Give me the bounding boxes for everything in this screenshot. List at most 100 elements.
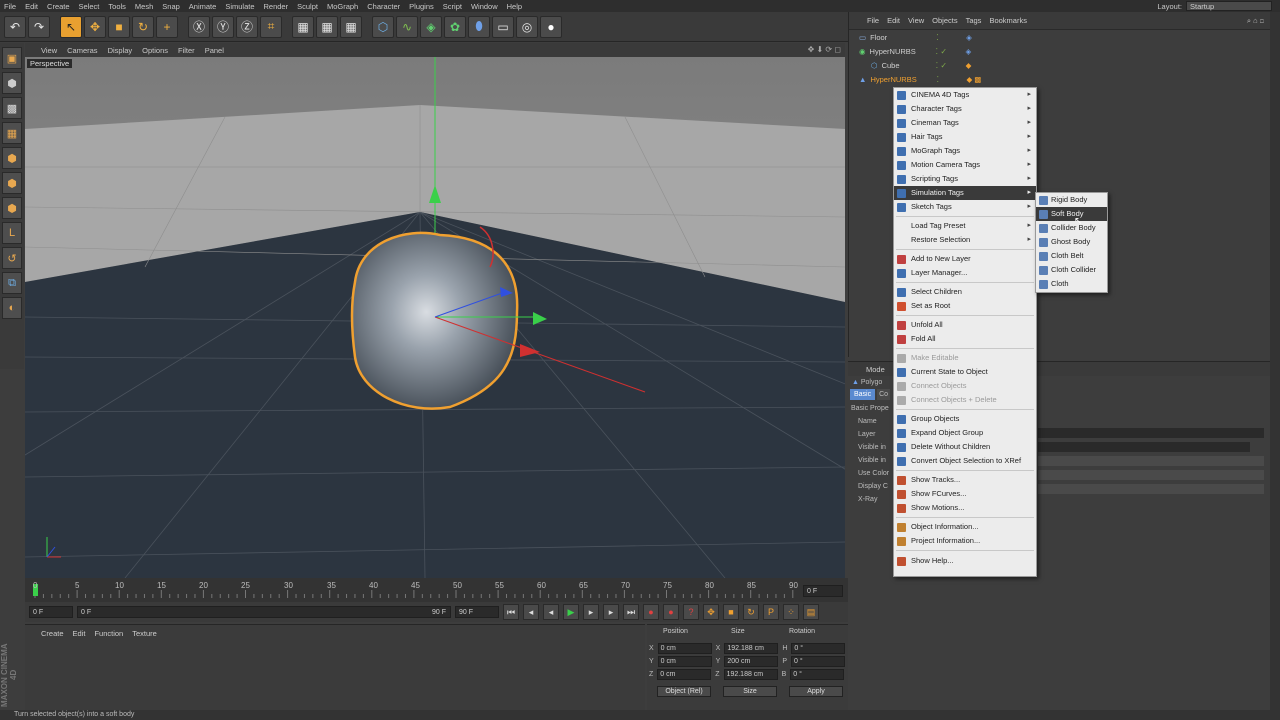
workplane-mode-icon[interactable]: ▦ (2, 122, 22, 144)
menu-mograph[interactable]: MoGraph (327, 2, 358, 11)
menu-snap[interactable]: Snap (162, 2, 180, 11)
render-picture-viewer-icon[interactable]: ▦ (316, 15, 338, 38)
render-view-icon[interactable]: ▦ (292, 15, 314, 38)
make-editable-icon[interactable]: ▣ (2, 47, 22, 69)
viewport-menu-options[interactable]: Options (142, 46, 168, 55)
material-menu-texture[interactable]: Texture (132, 629, 157, 638)
material-menu-function[interactable]: Function (94, 629, 123, 638)
size-x-field[interactable]: 192.188 cm (724, 643, 779, 654)
menu-window[interactable]: Window (471, 2, 498, 11)
object-row-selected[interactable]: ▲ HyperNURBS ⁚ ◆ ▩ (849, 72, 1270, 86)
live-select-icon[interactable]: ↖ (60, 15, 82, 38)
snap-icon[interactable]: ⧉ (2, 272, 22, 294)
layout-dropdown[interactable]: Startup (1186, 1, 1272, 11)
size-z-field[interactable]: 192.188 cm (723, 669, 778, 680)
texture-mode-icon[interactable]: ▩ (2, 97, 22, 119)
previous-key-icon[interactable]: ◂ (523, 604, 539, 620)
menu-item-convert-to-xref[interactable]: Convert Object Selection to XRef (894, 454, 1036, 468)
visibility-flags[interactable]: ⁚ ✓ (936, 47, 966, 56)
points-mode-icon[interactable]: ⬢ (2, 147, 22, 169)
menu-item-layer-manager[interactable]: Layer Manager... (894, 266, 1036, 280)
position-x-field[interactable]: 0 cm (657, 643, 712, 654)
rotation-b-field[interactable]: 0 ° (790, 669, 845, 680)
tab-basic[interactable]: Basic (850, 389, 876, 400)
attr-mode-menu[interactable]: Mode (866, 365, 885, 374)
objmgr-menu-file[interactable]: File (867, 16, 879, 25)
menu-item-unfold-all[interactable]: Unfold All (894, 318, 1036, 332)
current-frame-field[interactable]: 0 F (803, 585, 843, 597)
phong-tag-icon[interactable]: ◆ ▩ (966, 75, 981, 84)
menu-item-motion-camera-tags[interactable]: Motion Camera Tags ▸ (894, 158, 1036, 172)
objmgr-menu-bookmarks[interactable]: Bookmarks (989, 16, 1027, 25)
record-parameter-icon[interactable]: P (763, 604, 779, 620)
material-menu-edit[interactable]: Edit (73, 629, 86, 638)
move-icon[interactable]: ✥ (84, 15, 106, 38)
menu-item-simulation-tags[interactable]: Simulation Tags ▸ (894, 186, 1036, 200)
record-pla-icon[interactable]: ⁘ (783, 604, 799, 620)
objmgr-menu-edit[interactable]: Edit (887, 16, 900, 25)
axis-mode-icon[interactable]: L (2, 222, 22, 244)
menu-item-add-to-new-layer[interactable]: Add to New Layer (894, 252, 1036, 266)
objmgr-menu-tags[interactable]: Tags (966, 16, 982, 25)
rotation-p-field[interactable]: 0 ° (791, 656, 846, 667)
autokey-icon[interactable]: ● (663, 604, 679, 620)
rotate-icon[interactable]: ↻ (132, 15, 154, 38)
menu-item-hair-tags[interactable]: Hair Tags ▸ (894, 130, 1036, 144)
menu-sculpt[interactable]: Sculpt (297, 2, 318, 11)
menu-item-show-fcurves[interactable]: Show FCurves... (894, 487, 1036, 501)
keyframe-selection-icon[interactable]: ? (683, 604, 699, 620)
cube-icon[interactable]: ⬡ (372, 15, 394, 38)
visible-renderer-dropdown[interactable] (1038, 470, 1264, 480)
menu-select[interactable]: Select (79, 2, 100, 11)
submenu-item-collider-body[interactable]: Collider Body (1036, 221, 1107, 235)
edges-mode-icon[interactable]: ⬢ (2, 172, 22, 194)
z-axis-icon[interactable]: Ⓩ (236, 15, 258, 38)
model-mode-icon[interactable]: ⬢ (2, 72, 22, 94)
viewport-menu-view[interactable]: View (41, 46, 57, 55)
start-frame-field[interactable]: 0 F (29, 606, 73, 618)
y-axis-icon[interactable]: Ⓨ (212, 15, 234, 38)
submenu-item-cloth[interactable]: Cloth (1036, 277, 1107, 291)
viewport-menu-filter[interactable]: Filter (178, 46, 195, 55)
visibility-flags[interactable]: ⁚ ✓ (936, 61, 966, 70)
texture-tag-icon[interactable]: ◈ (966, 47, 972, 56)
menu-item-cineman-tags[interactable]: Cineman Tags ▸ (894, 116, 1036, 130)
position-z-field[interactable]: 0 cm (657, 669, 712, 680)
scale-icon[interactable]: ■ (108, 15, 130, 38)
size-y-field[interactable]: 200 cm (724, 656, 779, 667)
objmgr-menu-view[interactable]: View (908, 16, 924, 25)
visibility-flags[interactable]: ⁚ (936, 33, 966, 42)
record-rotation-icon[interactable]: ↻ (743, 604, 759, 620)
go-to-end-icon[interactable]: ⏭ (623, 604, 639, 620)
menu-item-select-children[interactable]: Select Children (894, 285, 1036, 299)
menu-simulate[interactable]: Simulate (225, 2, 254, 11)
name-field[interactable] (1038, 428, 1264, 438)
render-settings-icon[interactable]: ▦ (340, 15, 362, 38)
floor-icon[interactable]: ▭ (492, 15, 514, 38)
viewport-menu-display[interactable]: Display (108, 46, 133, 55)
visible-editor-dropdown[interactable] (1038, 456, 1264, 466)
phong-tag-icon[interactable]: ◆ (966, 61, 972, 70)
menu-edit[interactable]: Edit (25, 2, 38, 11)
right-side-tabs[interactable] (1270, 12, 1280, 710)
play-icon[interactable]: ▶ (563, 604, 579, 620)
submenu-item-cloth-belt[interactable]: Cloth Belt (1036, 249, 1107, 263)
objmgr-menu-objects[interactable]: Objects (932, 16, 957, 25)
tab-coord[interactable]: Co (877, 389, 891, 400)
menu-item-show-help[interactable]: Show Help... (894, 554, 1036, 568)
use-color-dropdown[interactable] (1038, 484, 1264, 494)
menu-item-show-tracks[interactable]: Show Tracks... (894, 473, 1036, 487)
redo-icon[interactable]: ↷ (28, 15, 50, 38)
timeline-settings-icon[interactable]: ▤ (803, 604, 819, 620)
camera-icon[interactable]: ◎ (516, 15, 538, 38)
menu-item-scripting-tags[interactable]: Scripting Tags ▸ (894, 172, 1036, 186)
layer-field[interactable] (1038, 442, 1250, 452)
menu-item-cinema4d-tags[interactable]: CINEMA 4D Tags ▸ (894, 88, 1036, 102)
menu-item-group-objects[interactable]: Group Objects (894, 412, 1036, 426)
apply-button[interactable]: Apply (789, 686, 843, 697)
timeline-ruler[interactable]: 0 5 10 15 20 25 30 35 40 45 50 55 60 65 … (25, 578, 848, 604)
end-frame-field[interactable]: 90 F (455, 606, 499, 618)
submenu-item-soft-body[interactable]: Soft Body (1036, 207, 1107, 221)
menu-character[interactable]: Character (367, 2, 400, 11)
menu-mesh[interactable]: Mesh (135, 2, 153, 11)
